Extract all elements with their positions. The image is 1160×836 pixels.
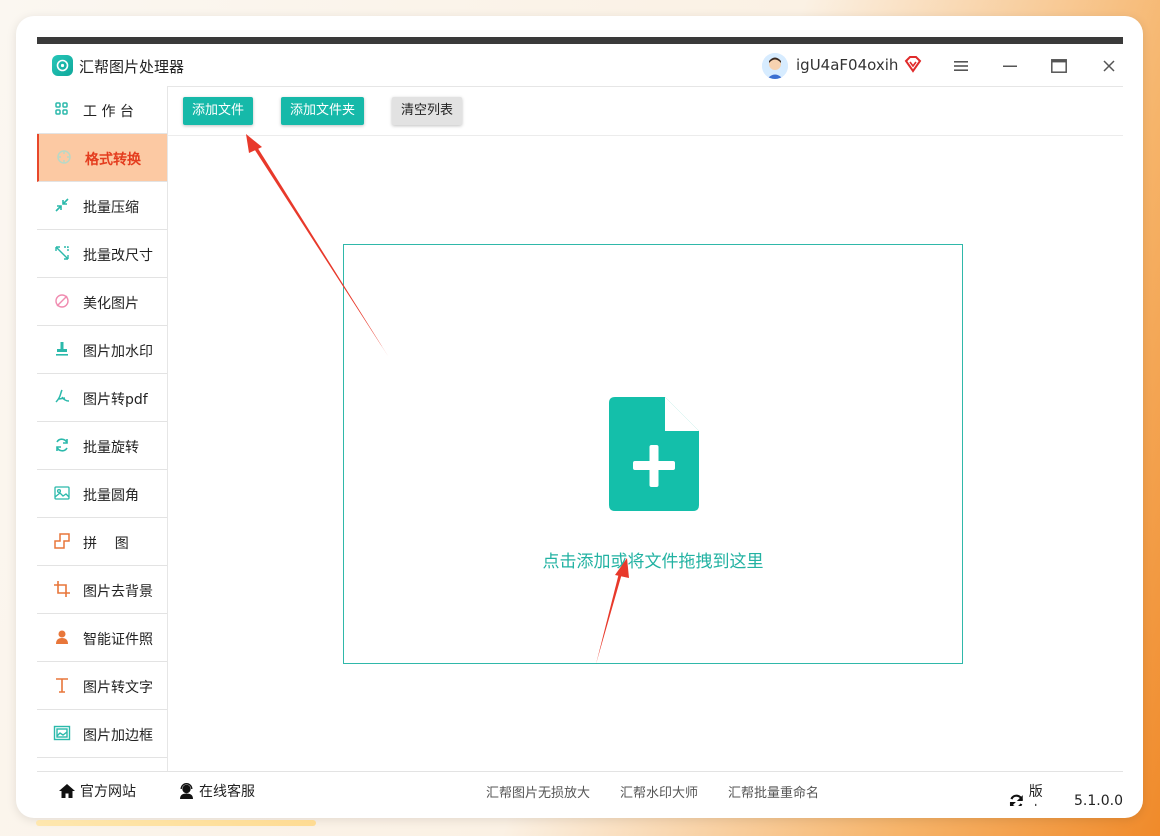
sidebar-item-label: 图片加边框	[83, 728, 153, 744]
vip-diamond-icon[interactable]	[903, 54, 923, 78]
sidebar-item-label: 图片加水印	[83, 344, 153, 360]
sidebar-item-to-pdf[interactable]: 图片转pdf	[37, 374, 167, 422]
person-icon	[53, 628, 71, 646]
support-icon	[180, 783, 193, 799]
pdf-icon	[53, 388, 71, 406]
add-file-button[interactable]: 添加文件	[183, 97, 254, 125]
sidebar-item-label: 美化图片	[83, 296, 139, 312]
sidebar-item-batch-resize[interactable]: 批量改尺寸	[37, 230, 167, 278]
sidebar-item-remove-background[interactable]: 图片去背景	[37, 566, 167, 614]
rotate-icon	[53, 436, 71, 454]
sidebar-item-label: 格式转换	[85, 152, 141, 168]
sidebar-item-label: 批量压缩	[83, 200, 139, 216]
sidebar-item-label: 图片转pdf	[83, 392, 148, 408]
file-add-icon	[609, 397, 699, 515]
rounded-corner-icon	[53, 484, 71, 502]
hamburger-icon[interactable]	[947, 53, 975, 79]
add-folder-button[interactable]: 添加文件夹	[281, 97, 365, 125]
status-bar: 官方网站 在线客服 汇帮图片无损放大 汇帮水印大师 汇帮批量重命名 版本： 5.…	[37, 771, 1123, 806]
sidebar-item-label: 智能证件照	[83, 632, 153, 648]
product-link-watermark[interactable]: 汇帮水印大师	[620, 782, 698, 801]
app-title: 汇帮图片处理器	[79, 58, 185, 76]
sidebar-item-format-convert[interactable]: 格式转换	[37, 134, 167, 182]
sidebar-item-watermark[interactable]: 图片加水印	[37, 326, 167, 374]
sidebar-item-label: 批量改尺寸	[83, 248, 153, 264]
sidebar-item-workbench[interactable]: 工 作 台	[37, 86, 167, 134]
version-label: 版本：	[1028, 784, 1057, 806]
version-info: 版本： 5.1.0.0	[1008, 781, 1123, 806]
decorative-glow	[36, 820, 316, 826]
maximize-icon[interactable]	[1045, 53, 1073, 79]
sidebar-item-collage[interactable]: 拼 图	[37, 518, 167, 566]
grid-icon	[53, 100, 71, 118]
refresh-icon[interactable]	[1008, 793, 1025, 807]
sidebar-item-label: 批量旋转	[83, 440, 139, 456]
resize-icon	[53, 244, 71, 262]
sidebar-item-batch-compress[interactable]: 批量压缩	[37, 182, 167, 230]
file-drop-zone[interactable]: 点击添加或将文件拖拽到这里	[343, 244, 963, 664]
app-logo-icon	[52, 55, 73, 76]
drop-zone-hint: 点击添加或将文件拖拽到这里	[542, 552, 764, 572]
online-support-label: 在线客服	[199, 784, 255, 800]
product-link-upscale[interactable]: 汇帮图片无损放大	[486, 782, 590, 801]
convert-icon	[55, 148, 73, 166]
sidebar-item-label: 图片去背景	[83, 584, 153, 600]
sidebar-item-label: 拼 图	[83, 536, 129, 552]
beautify-icon	[53, 292, 71, 310]
watermark-icon	[53, 340, 71, 358]
crop-icon	[53, 580, 71, 598]
sidebar-item-id-photo[interactable]: 智能证件照	[37, 614, 167, 662]
sidebar-item-add-border[interactable]: 图片加边框	[37, 710, 167, 758]
text-icon	[53, 676, 71, 694]
sidebar: 工 作 台 格式转换 批量压缩 批量改尺寸 美化图片 图片加水印 图片转pdf	[37, 86, 168, 772]
avatar[interactable]	[762, 53, 788, 79]
app-window: 汇帮图片处理器 igU4aF04oxih 工 作 台 格式转换 批量压缩 批量改…	[37, 37, 1123, 806]
title-bar: 汇帮图片处理器 igU4aF04oxih	[37, 44, 1123, 87]
compress-icon	[53, 196, 71, 214]
official-website-label: 官方网站	[80, 784, 136, 800]
home-icon	[59, 784, 75, 798]
close-icon[interactable]	[1095, 53, 1123, 79]
sidebar-item-label: 工 作 台	[83, 104, 134, 120]
frame-icon	[53, 724, 71, 742]
sidebar-item-beautify[interactable]: 美化图片	[37, 278, 167, 326]
toolbar: 添加文件 添加文件夹 清空列表	[168, 86, 1123, 136]
minimize-icon[interactable]	[996, 53, 1024, 79]
sidebar-item-label: 图片转文字	[83, 680, 153, 696]
version-number: 5.1.0.0	[1074, 793, 1123, 806]
sidebar-item-batch-rotate[interactable]: 批量旋转	[37, 422, 167, 470]
sidebar-item-image-to-text[interactable]: 图片转文字	[37, 662, 167, 710]
username[interactable]: igU4aF04oxih	[796, 56, 898, 74]
collage-icon	[53, 532, 71, 550]
sidebar-item-rounded-corner[interactable]: 批量圆角	[37, 470, 167, 518]
window-top-strip	[37, 37, 1123, 44]
product-link-rename[interactable]: 汇帮批量重命名	[728, 782, 819, 801]
online-support-link[interactable]: 在线客服	[178, 781, 255, 801]
sidebar-item-label: 批量圆角	[83, 488, 139, 504]
official-website-link[interactable]: 官方网站	[58, 781, 136, 801]
clear-list-button[interactable]: 清空列表	[392, 97, 463, 125]
